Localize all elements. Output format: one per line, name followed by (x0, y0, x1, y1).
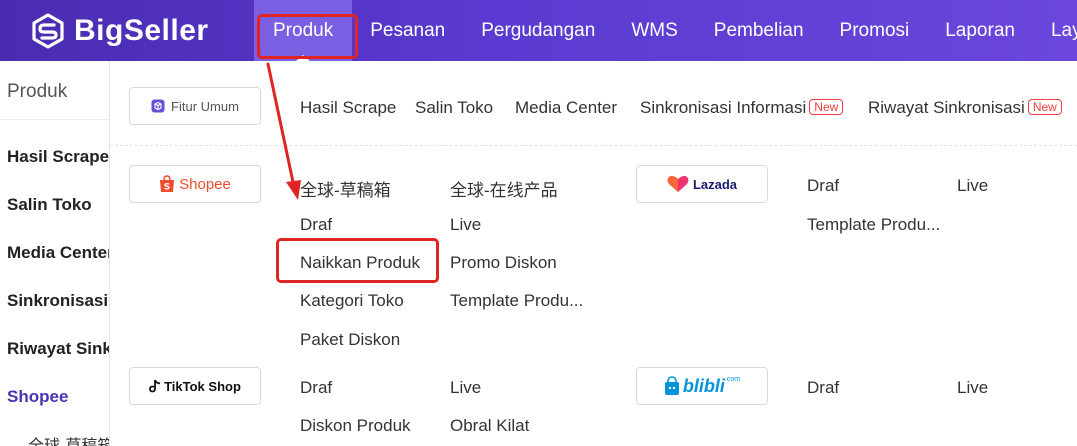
chip-label: blibli (682, 375, 725, 396)
bigseller-logo-icon (32, 13, 64, 49)
sidebar: Produk Hasil Scrape Salin Toko Media Cen… (0, 61, 110, 446)
sidebar-item-shopee[interactable]: Shopee (7, 387, 68, 407)
link-lazada-draf[interactable]: Draf (807, 176, 839, 196)
link-tiktok-live[interactable]: Live (450, 378, 481, 398)
brand-name: BigSeller (74, 14, 209, 47)
main-nav: Produk Pesanan Pergudangan WMS Pembelian… (254, 0, 1077, 61)
link-kategori-toko[interactable]: Kategori Toko (300, 291, 404, 311)
chip-label: Lazada (692, 176, 738, 192)
nav-item-pesanan[interactable]: Pesanan (352, 0, 463, 61)
link-shopee-live[interactable]: Live (450, 215, 481, 235)
link-shopee-template-produk[interactable]: Template Produ... (450, 291, 583, 311)
chip-sup: .com (724, 376, 741, 383)
nav-item-laporan[interactable]: Laporan (927, 0, 1033, 61)
shopee-chip: S Shopee (129, 165, 261, 203)
link-media-center[interactable]: Media Center (515, 98, 617, 118)
link-global-live[interactable]: 全球-在线产品 (450, 176, 558, 201)
bigseller-logo[interactable]: BigSeller (30, 12, 209, 50)
chip-label: TikTok Shop (164, 378, 241, 394)
link-global-draft[interactable]: 全球-草稿箱 (300, 176, 391, 201)
link-label: Sinkronisasi Informasi (640, 98, 807, 117)
tiktok-note-icon (149, 379, 161, 393)
link-diskon-produk[interactable]: Diskon Produk (300, 416, 411, 436)
blibli-bag-icon (664, 376, 679, 395)
nav-item-pergudangan[interactable]: Pergudangan (463, 0, 613, 61)
fitur-umum-chip: Fitur Umum (129, 87, 261, 125)
chip-label: Fitur Umum (171, 98, 239, 114)
link-hasil-scrape[interactable]: Hasil Scrape (300, 98, 396, 118)
sidebar-divider (0, 119, 109, 120)
new-badge: New (1027, 99, 1062, 115)
sidebar-subitem-draft[interactable]: 全球-草稿箱 (28, 432, 109, 446)
link-obral-kilat[interactable]: Obral Kilat (450, 416, 529, 436)
nav-item-wms[interactable]: WMS (613, 0, 695, 61)
link-shopee-draf[interactable]: Draf (300, 215, 332, 235)
svg-text:S: S (164, 183, 170, 193)
link-tiktok-draf[interactable]: Draf (300, 378, 332, 398)
sidebar-item-riwayat[interactable]: Riwayat Sinkronisasi (7, 339, 109, 359)
sidebar-item-sinkronisasi[interactable]: Sinkronisasi Informasi (7, 291, 109, 311)
nav-item-layanan[interactable]: Lay (1033, 0, 1077, 61)
nav-item-produk[interactable]: Produk (254, 0, 353, 61)
nav-label: Produk (273, 20, 334, 41)
new-badge: New (809, 99, 844, 115)
chip-label: Shopee (179, 175, 231, 193)
link-promo-diskon[interactable]: Promo Diskon (450, 253, 557, 273)
sidebar-item-media-center[interactable]: Media Center (7, 243, 109, 263)
link-label: Riwayat Sinkronisasi (868, 98, 1025, 117)
link-blibli-live[interactable]: Live (957, 378, 988, 398)
nav-item-promosi[interactable]: Promosi (822, 0, 928, 61)
produk-dropdown-panel: Fitur Umum Hasil Scrape Salin Toko Media… (110, 61, 1077, 446)
link-lazada-template-produk[interactable]: Template Produ... (807, 215, 940, 235)
sidebar-item-hasil-scrape[interactable]: Hasil Scrape (7, 147, 109, 167)
sidebar-item-salin-toko[interactable]: Salin Toko (7, 195, 92, 215)
blibli-chip: blibli .com (636, 367, 768, 405)
box-icon (151, 99, 165, 113)
link-blibli-draf[interactable]: Draf (807, 378, 839, 398)
link-naikkan-produk[interactable]: Naikkan Produk (300, 253, 420, 273)
link-riwayat-sinkronisasi[interactable]: Riwayat Sinkronisasi New (868, 98, 1062, 118)
sidebar-title: Produk (7, 81, 68, 102)
link-salin-toko[interactable]: Salin Toko (415, 98, 493, 118)
link-lazada-live[interactable]: Live (957, 176, 988, 196)
lazada-heart-icon (667, 175, 689, 192)
nav-item-pembelian[interactable]: Pembelian (696, 0, 822, 61)
link-paket-diskon[interactable]: Paket Diskon (300, 330, 400, 350)
tiktok-shop-chip: TikTok Shop (129, 367, 261, 405)
link-sinkronisasi-informasi[interactable]: Sinkronisasi Informasi New (640, 98, 844, 118)
lazada-chip: Lazada (636, 165, 768, 203)
section-divider (110, 145, 1077, 146)
shopee-bag-icon: S (160, 175, 175, 193)
top-nav-bar: BigSeller Produk Pesanan Pergudangan WMS… (0, 0, 1077, 61)
